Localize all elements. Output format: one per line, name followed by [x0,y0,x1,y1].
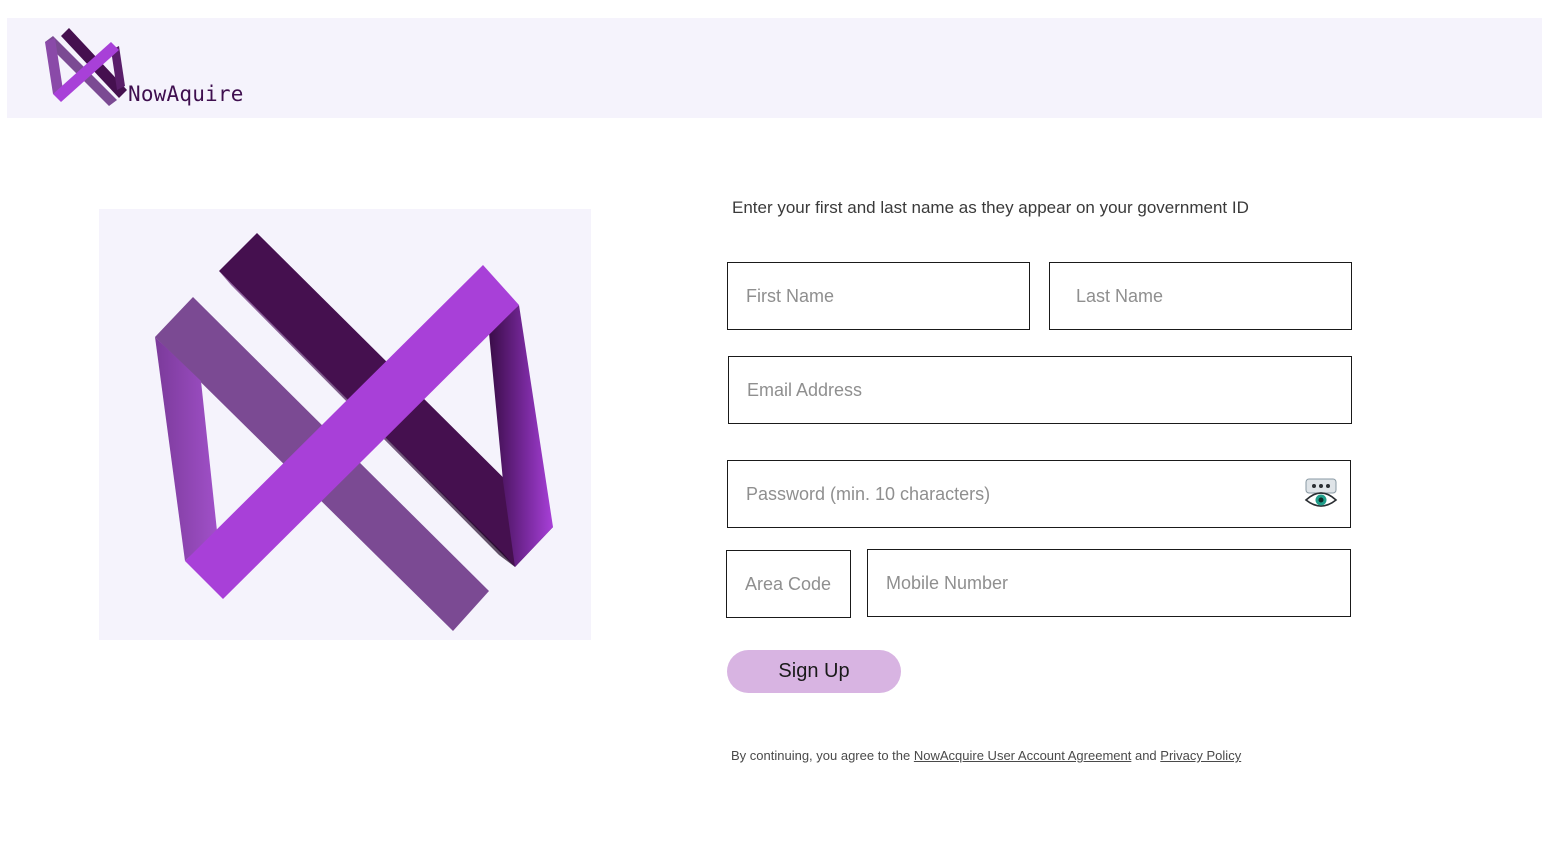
mobile-number-input[interactable] [868,550,1350,616]
form-instruction: Enter your first and last name as they a… [732,198,1249,217]
user-agreement-link[interactable]: NowAcquire User Account Agreement [914,748,1132,763]
password-input[interactable] [728,461,1350,527]
email-field[interactable] [728,356,1352,424]
last-name-input[interactable] [1050,263,1351,329]
area-code-input[interactable] [727,551,850,617]
brand-name: NowAquire [128,82,244,106]
mobile-number-field[interactable] [867,549,1351,617]
password-field[interactable] [727,460,1351,528]
legal-middle: and [1131,748,1161,763]
hero-logo-image [99,209,591,640]
area-code-field[interactable] [726,550,851,618]
first-name-field[interactable] [727,262,1030,330]
sign-up-button[interactable]: Sign Up [727,650,901,693]
site-header: NowAquire [7,18,1542,118]
email-input[interactable] [729,357,1351,423]
eye-icon[interactable] [1304,478,1338,510]
last-name-field[interactable] [1049,262,1352,330]
privacy-policy-link[interactable]: Privacy Policy [1160,748,1241,763]
first-name-input[interactable] [728,263,1029,329]
legal-notice: By continuing, you agree to the NowAcqui… [731,748,1241,763]
nowaquire-logo-icon[interactable] [43,28,127,110]
legal-prefix: By continuing, you agree to the [731,748,914,763]
